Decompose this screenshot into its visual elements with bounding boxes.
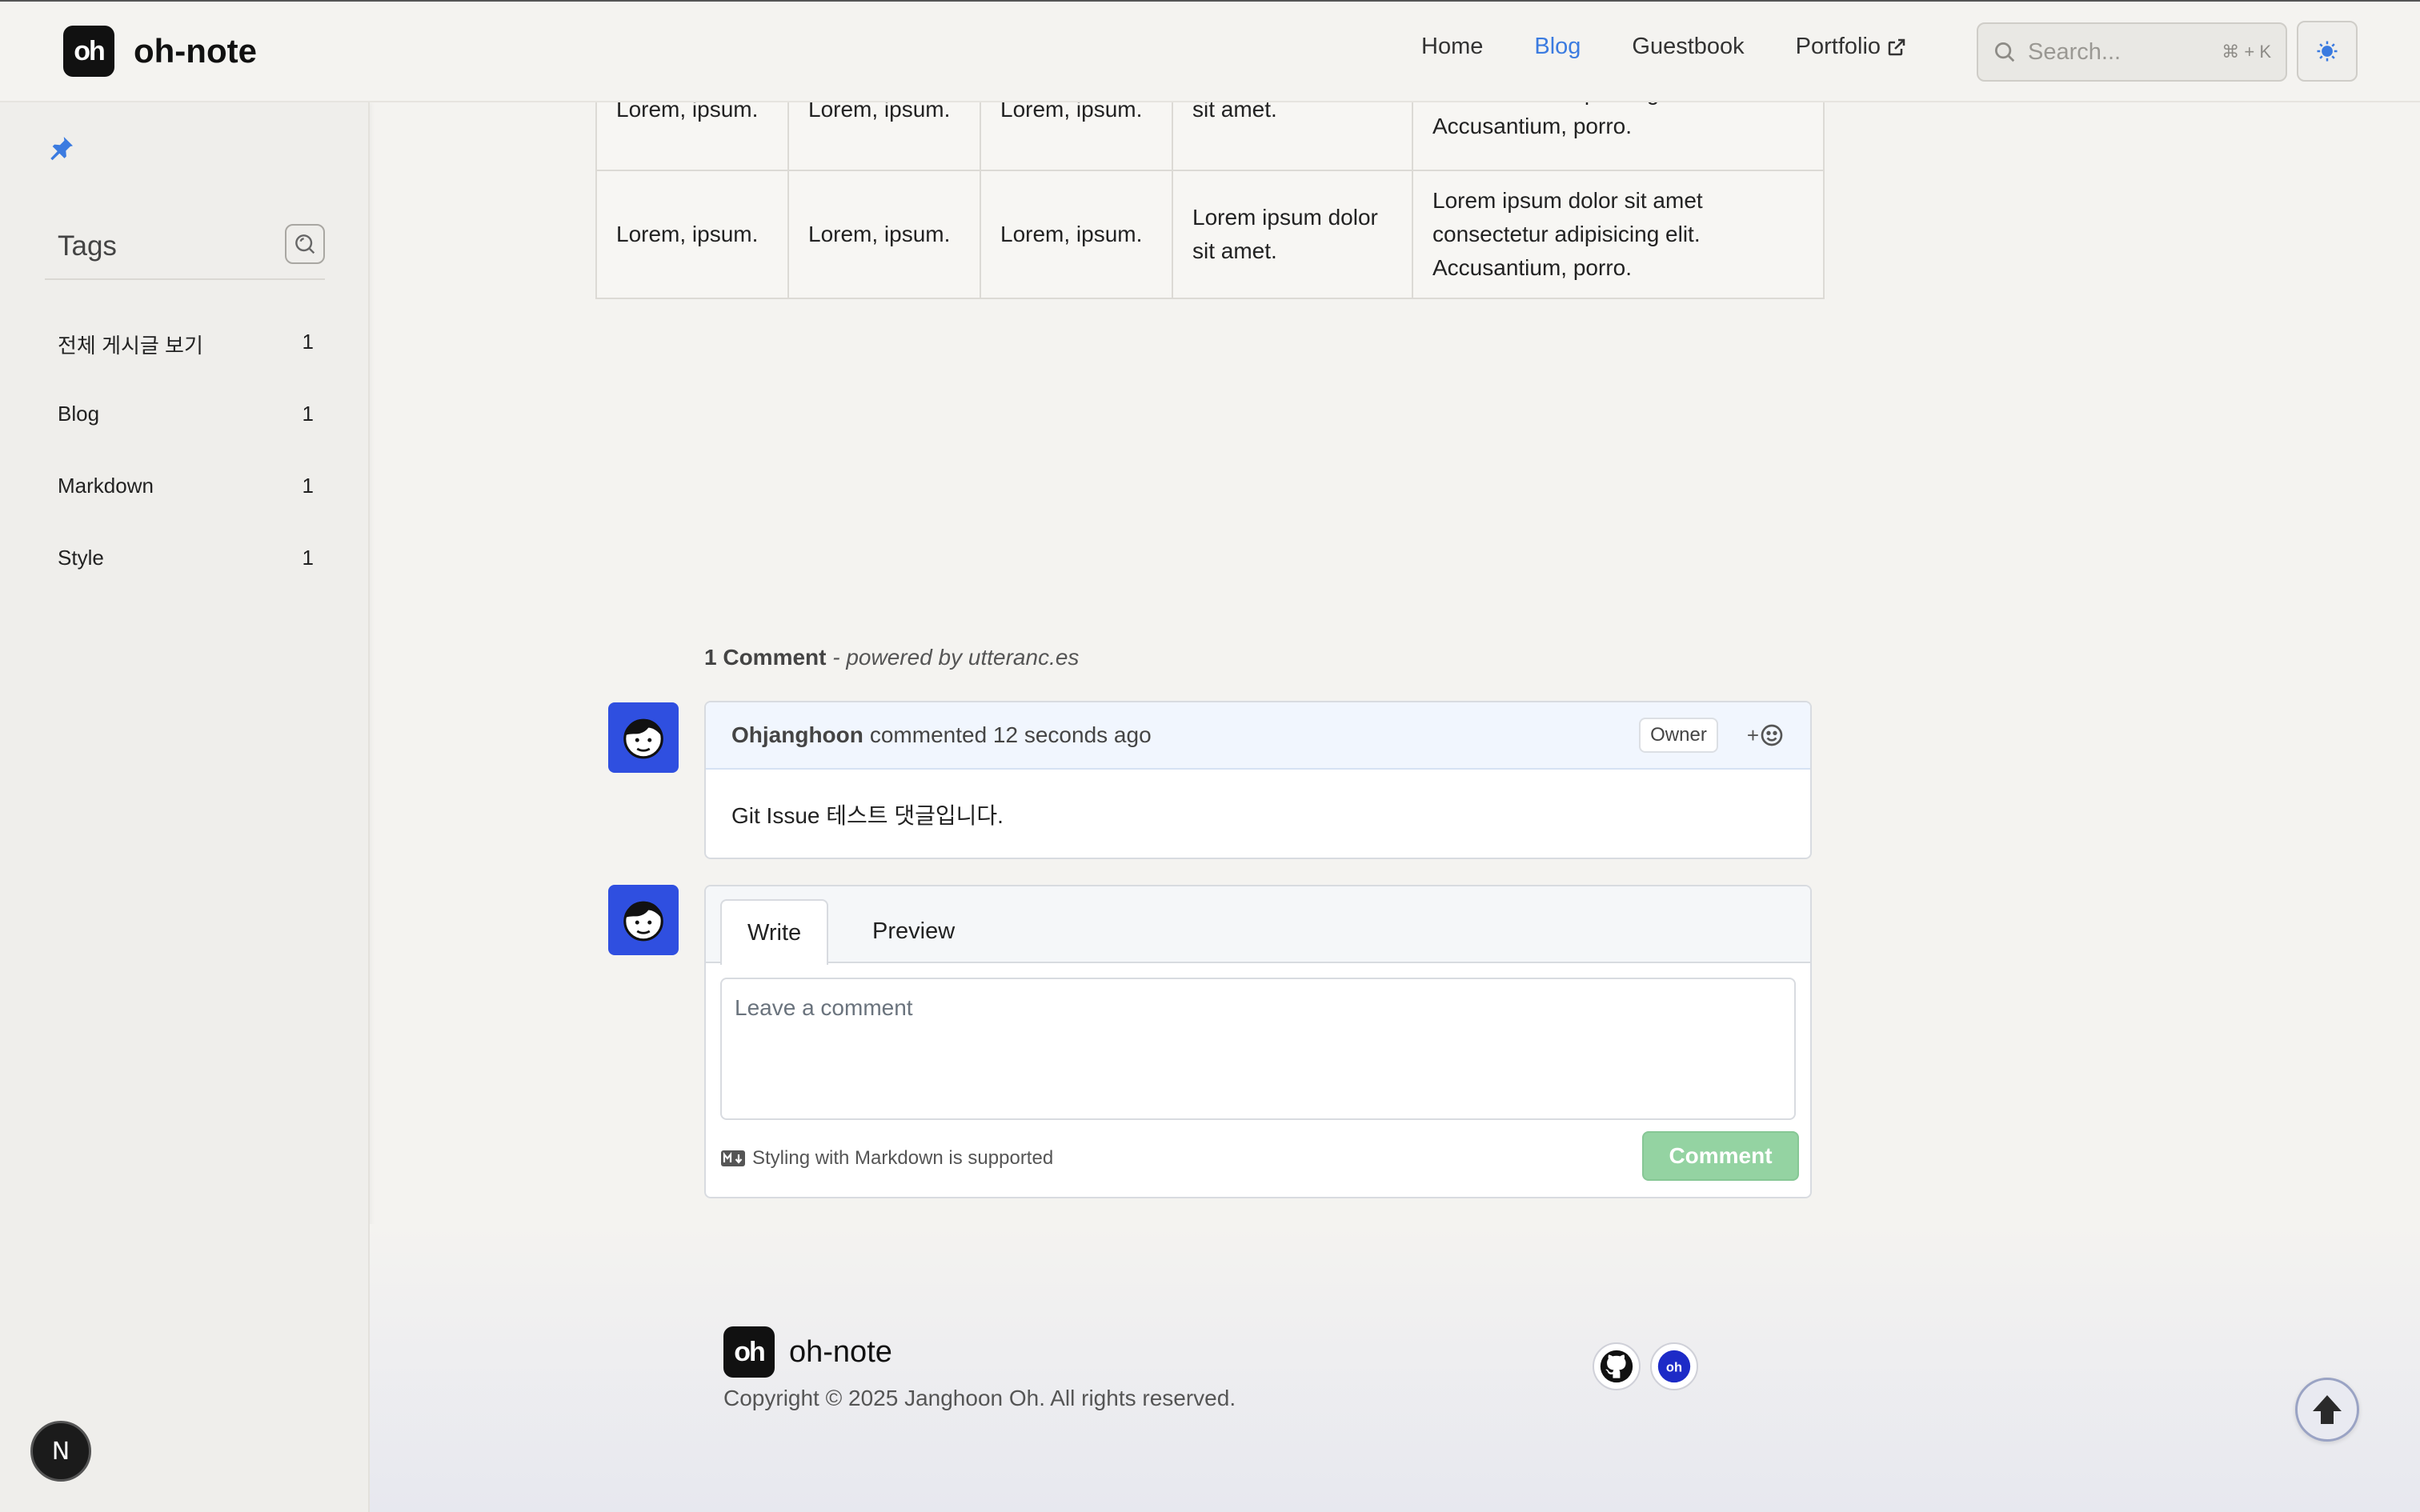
comment-author[interactable]: Ohjanghoon [731, 722, 863, 748]
tag-count: 1 [302, 546, 314, 570]
nav-home[interactable]: Home [1421, 34, 1483, 60]
footer-logo[interactable]: oh oh-note [723, 1326, 892, 1378]
sidebar: Tags 전체 게시글 보기 1 Blog 1 Markdown 1 Style… [0, 102, 370, 1512]
tags-search-button[interactable] [285, 224, 325, 264]
search-shortcut: ⌘ + K [2222, 42, 2271, 62]
site-footer: oh oh-note Copyright © 2025 Janghoon Oh.… [370, 1224, 2420, 1512]
table-cell: Lorem ipsum dolor sit amet. [1172, 170, 1413, 299]
powered-by-link[interactable]: - powered by utteranc.es [832, 645, 1079, 670]
footer-site-name: oh-note [789, 1334, 892, 1369]
avatar[interactable] [608, 885, 679, 955]
tag-label: Markdown [58, 474, 154, 498]
comment-textarea[interactable]: Leave a comment [720, 978, 1796, 1120]
tab-write[interactable]: Write [720, 899, 829, 965]
site-header: oh oh-note Home Blog Guestbook Portfolio… [0, 0, 2420, 102]
tab-preview[interactable]: Preview [847, 899, 980, 963]
comment-header: Ohjanghoon commented 12 seconds ago Owne… [706, 702, 1810, 770]
table-cell: Lorem, ipsum. [595, 170, 789, 299]
comment-card: Ohjanghoon commented 12 seconds ago Owne… [704, 701, 1812, 859]
copyright: Copyright © 2025 Janghoon Oh. All rights… [723, 1386, 1236, 1410]
markdown-hint-label: Styling with Markdown is supported [752, 1147, 1054, 1169]
add-reaction-button[interactable]: + [1747, 722, 1785, 748]
logo-mark: oh [723, 1326, 775, 1378]
tags-header: Tags [45, 224, 325, 280]
tag-count: 1 [302, 330, 314, 354]
tag-label: 전체 게시글 보기 [58, 334, 203, 358]
arrow-up-icon [2313, 1395, 2342, 1424]
tag-item[interactable]: 전체 게시글 보기 1 [58, 330, 314, 402]
search-input[interactable]: Search... ⌘ + K [1977, 22, 2287, 82]
nav-portfolio-label: Portfolio [1795, 34, 1881, 59]
logo-mark: oh [63, 26, 114, 77]
nav-portfolio[interactable]: Portfolio [1796, 34, 1906, 60]
tag-label: Style [58, 546, 104, 570]
nav-guestbook[interactable]: Guestbook [1632, 34, 1744, 60]
oh-icon: oh [1657, 1350, 1691, 1383]
markdown-icon [721, 1150, 745, 1166]
smiley-icon [1761, 724, 1783, 746]
sun-icon [2317, 41, 2338, 62]
comment-body: Git Issue 테스트 댓글입니다. [731, 803, 1004, 828]
tag-count: 1 [302, 474, 314, 498]
table-cell: Lorem, ipsum. [980, 170, 1173, 299]
search-placeholder: Search... [2028, 38, 2122, 65]
tag-item[interactable]: Blog 1 [58, 402, 314, 474]
table-cell: Lorem ipsum dolor sit amet consectetur a… [1412, 170, 1825, 299]
main-nav: Home Blog Guestbook Portfolio [1421, 34, 1957, 60]
tag-item[interactable]: Markdown 1 [58, 474, 314, 546]
site-name: oh-note [134, 32, 257, 70]
github-icon [1600, 1350, 1633, 1383]
nav-blog[interactable]: Blog [1534, 34, 1581, 60]
comment-editor: Write Preview Leave a comment Styling wi… [704, 885, 1812, 1198]
editor-tabs: Write Preview [706, 886, 1810, 965]
owner-badge: Owner [1639, 718, 1718, 753]
search-icon [295, 234, 315, 254]
theme-toggle-button[interactable] [2297, 21, 2358, 82]
external-link-icon [1888, 38, 1905, 55]
tag-count: 1 [302, 402, 314, 426]
table-cell: Lorem, ipsum. [787, 170, 981, 299]
table-row: Lorem, ipsum. Lorem, ipsum. Lorem, ipsum… [595, 170, 1825, 299]
svg-text:oh: oh [1666, 1360, 1682, 1374]
comment-submit-button[interactable]: Comment [1642, 1131, 1799, 1181]
tag-list: 전체 게시글 보기 1 Blog 1 Markdown 1 Style 1 [58, 330, 314, 618]
site-logo[interactable]: oh oh-note [63, 26, 257, 77]
next-dev-badge[interactable]: N [30, 1421, 91, 1482]
scroll-top-button[interactable] [2295, 1378, 2359, 1442]
avatar[interactable] [608, 702, 679, 773]
github-link[interactable] [1593, 1342, 1641, 1390]
avatar-face-icon [623, 718, 663, 759]
comment-count: 1 Comment - powered by utteranc.es [704, 645, 1079, 670]
markdown-hint[interactable]: Styling with Markdown is supported [720, 1147, 1053, 1170]
avatar-face-icon [623, 901, 663, 942]
oh-link[interactable]: oh [1650, 1342, 1698, 1390]
comment-meta[interactable]: commented 12 seconds ago [870, 722, 1152, 748]
add-reaction-plus: + [1746, 722, 1759, 747]
tags-title: Tags [58, 230, 117, 262]
search-icon [1995, 42, 2015, 62]
comment-count-label: 1 Comment [704, 645, 827, 670]
pin-icon[interactable] [46, 134, 75, 167]
tag-item[interactable]: Style 1 [58, 546, 314, 618]
tag-label: Blog [58, 402, 100, 426]
